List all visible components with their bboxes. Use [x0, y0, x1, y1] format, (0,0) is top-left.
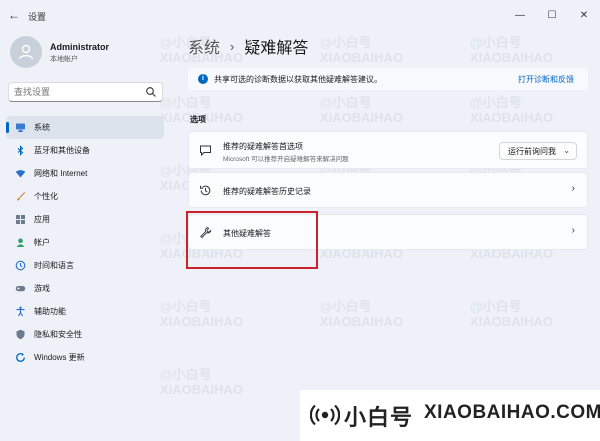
info-banner: i 共享可选的诊断数据以获取其他疑难解答建议。 打开诊断和反馈: [188, 68, 588, 90]
watermark-tile-en: XIAOBAIHAO: [160, 382, 244, 397]
maximize-button[interactable]: ☐: [536, 0, 568, 30]
sidebar-item-3[interactable]: 个性化: [6, 185, 164, 208]
minimize-button[interactable]: —: [504, 0, 536, 30]
watermark-tile-cn: @小白号: [470, 35, 522, 50]
troubleshoot-preference-select[interactable]: 运行前询问我 ⌄: [499, 142, 577, 160]
app-title: 设置: [28, 12, 47, 22]
sidebar-item-label: 网络和 Internet: [34, 169, 88, 178]
watermark-tile-en: XIAOBAIHAO: [470, 50, 554, 65]
bluetooth-icon: [15, 145, 26, 156]
recommended-troubleshooter-preferences-card: 推荐的疑难解答首选项 Microsoft 可以推荐开启疑难解答来解决问题 运行前…: [188, 131, 588, 169]
history-icon: [200, 185, 211, 196]
sidebar-item-5[interactable]: 帐户: [6, 231, 164, 254]
avatar[interactable]: [10, 36, 42, 68]
other-troubleshooters-card[interactable]: 其他疑难解答 ›: [188, 214, 588, 250]
watermark-tile-cn: @小白号: [470, 299, 522, 314]
chevron-right-icon: ›: [571, 183, 575, 194]
watermark-tile-cn: @小白号: [470, 95, 522, 110]
monitor-icon: [15, 122, 26, 133]
apps-icon: [15, 214, 26, 225]
watermark-tile-en: XIAOBAIHAO: [160, 314, 244, 329]
sidebar: Administrator 本地帐户 系统蓝牙和其他设备网络和 Internet…: [0, 30, 165, 441]
title-bar: ← 设置 — ☐ ✕: [0, 0, 600, 30]
watermark-tile-en: XIAOBAIHAO: [320, 110, 404, 125]
section-label: 选项: [190, 115, 206, 124]
sidebar-item-6[interactable]: 时间和语言: [6, 254, 164, 277]
search-box[interactable]: [8, 82, 163, 102]
troubleshooter-history-card[interactable]: 推荐的疑难解答历史记录 ›: [188, 172, 588, 208]
sidebar-item-10[interactable]: Windows 更新: [6, 346, 164, 369]
card-title: 推荐的疑难解答历史记录: [223, 187, 311, 196]
sidebar-item-label: 个性化: [34, 192, 58, 201]
banner-text: 共享可选的诊断数据以获取其他疑难解答建议。: [214, 75, 382, 84]
account-type: 本地帐户: [50, 56, 78, 63]
sidebar-item-label: 应用: [34, 215, 50, 224]
accessibility-icon: [15, 306, 26, 317]
watermark-tile-cn: @小白号: [160, 367, 212, 382]
user-name: Administrator: [50, 42, 110, 52]
account-icon: [15, 237, 26, 248]
watermark-en-text: XIAOBAIHAO.COM: [424, 402, 600, 423]
sidebar-item-4[interactable]: 应用: [6, 208, 164, 231]
wrench-icon: [200, 227, 212, 238]
globe-clock-icon: [15, 260, 26, 271]
wifi-icon: [15, 168, 26, 179]
sidebar-item-8[interactable]: 辅助功能: [6, 300, 164, 323]
window-controls: — ☐ ✕: [504, 0, 600, 30]
sidebar-item-1[interactable]: 蓝牙和其他设备: [6, 139, 164, 162]
sidebar-item-label: 辅助功能: [34, 307, 66, 316]
sidebar-item-label: 时间和语言: [34, 261, 74, 270]
close-button[interactable]: ✕: [568, 0, 600, 30]
broadcast-icon: [310, 404, 340, 426]
sidebar-nav: 系统蓝牙和其他设备 网络和 Internet 个性化应用帐户时间和语言游戏辅助功能隐…: [6, 116, 164, 369]
chevron-right-icon: ›: [571, 225, 575, 236]
watermark-cn-text: 小白号: [344, 405, 414, 430]
info-icon: i: [198, 74, 208, 84]
sidebar-item-0[interactable]: 系统: [6, 116, 164, 139]
chat-bubble-icon: [200, 145, 211, 157]
watermark-tile-cn: @小白号: [320, 95, 372, 110]
paintbrush-icon: [15, 191, 26, 202]
watermark-tile-cn: @小白号: [320, 299, 372, 314]
sidebar-item-label: Windows 更新: [34, 353, 85, 362]
breadcrumb-parent[interactable]: 系统: [188, 34, 220, 58]
sidebar-item-9[interactable]: 隐私和安全性: [6, 323, 164, 346]
sidebar-item-label: 蓝牙和其他设备: [34, 146, 90, 155]
watermark-tile-cn: @小白号: [160, 95, 212, 110]
sidebar-item-label: 系统: [34, 123, 50, 132]
sidebar-item-label: 帐户: [34, 238, 50, 247]
watermark-tile-en: XIAOBAIHAO: [320, 314, 404, 329]
watermark-tile-en: XIAOBAIHAO: [320, 50, 404, 65]
watermark-tile-en: XIAOBAIHAO: [470, 314, 554, 329]
search-icon[interactable]: [145, 86, 157, 98]
back-arrow-icon[interactable]: ←: [8, 8, 22, 22]
windows-update-icon: [15, 352, 26, 363]
open-diagnostics-link[interactable]: 打开诊断和反馈: [518, 74, 574, 85]
chevron-down-icon: ⌄: [563, 146, 570, 155]
search-input[interactable]: [14, 85, 139, 99]
card-title: 其他疑难解答: [223, 229, 271, 238]
gamepad-icon: [15, 283, 26, 294]
card-title: 推荐的疑难解答首选项: [223, 142, 303, 151]
breadcrumb-separator: ›: [230, 38, 235, 54]
watermark-tile-cn: @小白号: [320, 35, 372, 50]
select-value: 运行前询问我: [508, 146, 556, 156]
watermark-tile-en: XIAOBAIHAO: [470, 110, 554, 125]
page-title: 疑难解答: [244, 40, 309, 57]
breadcrumb: 系统 › 疑难解答: [188, 34, 308, 58]
watermark-banner: 小白号 XIAOBAIHAO.COM: [300, 390, 600, 441]
watermark-tile-cn: @小白号: [160, 299, 212, 314]
sidebar-item-2[interactable]: 网络和 Internet: [6, 162, 164, 185]
sidebar-item-7[interactable]: 游戏: [6, 277, 164, 300]
sidebar-item-label: 隐私和安全性: [34, 330, 82, 339]
shield-icon: [15, 329, 26, 340]
card-subtitle: Microsoft 可以推荐开启疑难解答来解决问题: [223, 156, 349, 163]
user-icon: [18, 44, 34, 60]
sidebar-item-label: 游戏: [34, 284, 50, 293]
